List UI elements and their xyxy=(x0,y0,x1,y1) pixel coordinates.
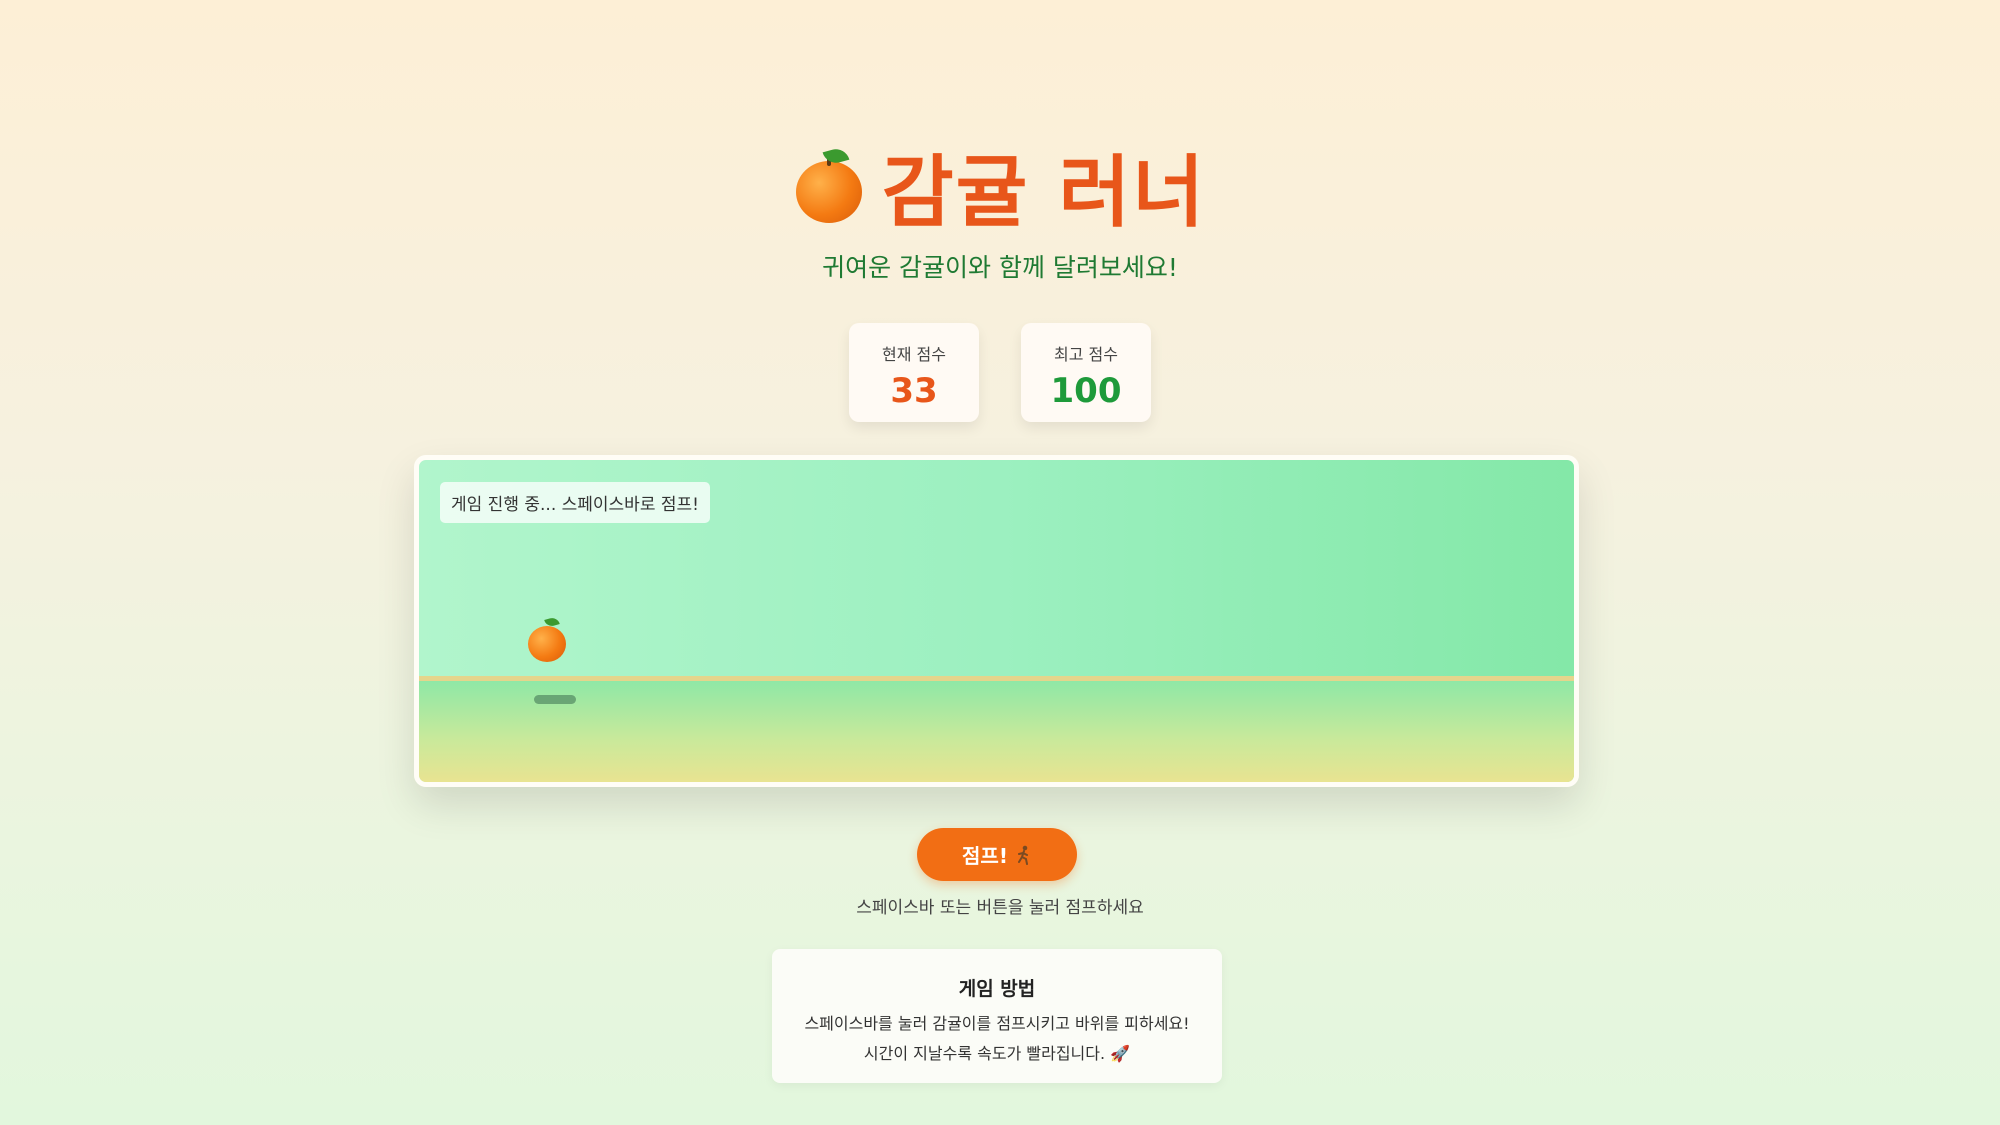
ground xyxy=(419,676,1574,782)
game-canvas[interactable]: 게임 진행 중... 스페이스바로 점프! xyxy=(414,455,1579,787)
jump-button[interactable]: 점프! xyxy=(917,828,1077,881)
current-score-card: 현재 점수 33 xyxy=(849,323,979,422)
subtitle: 귀여운 감귤이와 함께 달려보세요! xyxy=(822,253,1178,282)
best-score-card: 최고 점수 100 xyxy=(1021,323,1151,422)
jump-button-label: 점프! xyxy=(962,844,1008,868)
player-shadow xyxy=(534,695,576,704)
tangerine-player-icon xyxy=(527,616,567,664)
how-to-play-line-2: 시간이 지날수록 속도가 빨라집니다. 🚀 xyxy=(863,1044,1131,1063)
page-title: 감귤 러너 xyxy=(881,148,1207,238)
game-status: 게임 진행 중... 스페이스바로 점프! xyxy=(440,482,710,523)
best-score-label: 최고 점수 xyxy=(1054,345,1118,364)
current-score-label: 현재 점수 xyxy=(882,345,946,364)
current-score-value: 33 xyxy=(890,371,938,411)
how-to-play-panel: 게임 방법 스페이스바를 눌러 감귤이를 점프시키고 바위를 피하세요! 시간이… xyxy=(772,949,1222,1083)
header: 감귤 러너 xyxy=(0,130,2000,242)
how-to-play-title: 게임 방법 xyxy=(958,978,1036,1000)
running-person-icon xyxy=(1017,845,1028,865)
tangerine-icon xyxy=(794,146,864,223)
score-board: 현재 점수 33 최고 점수 100 xyxy=(0,323,2000,422)
how-to-play-line-1: 스페이스바를 눌러 감귤이를 점프시키고 바위를 피하세요! xyxy=(804,1014,1190,1033)
jump-hint: 스페이스바 또는 버튼을 눌러 점프하세요 xyxy=(856,898,1144,918)
best-score-value: 100 xyxy=(1050,371,1122,411)
